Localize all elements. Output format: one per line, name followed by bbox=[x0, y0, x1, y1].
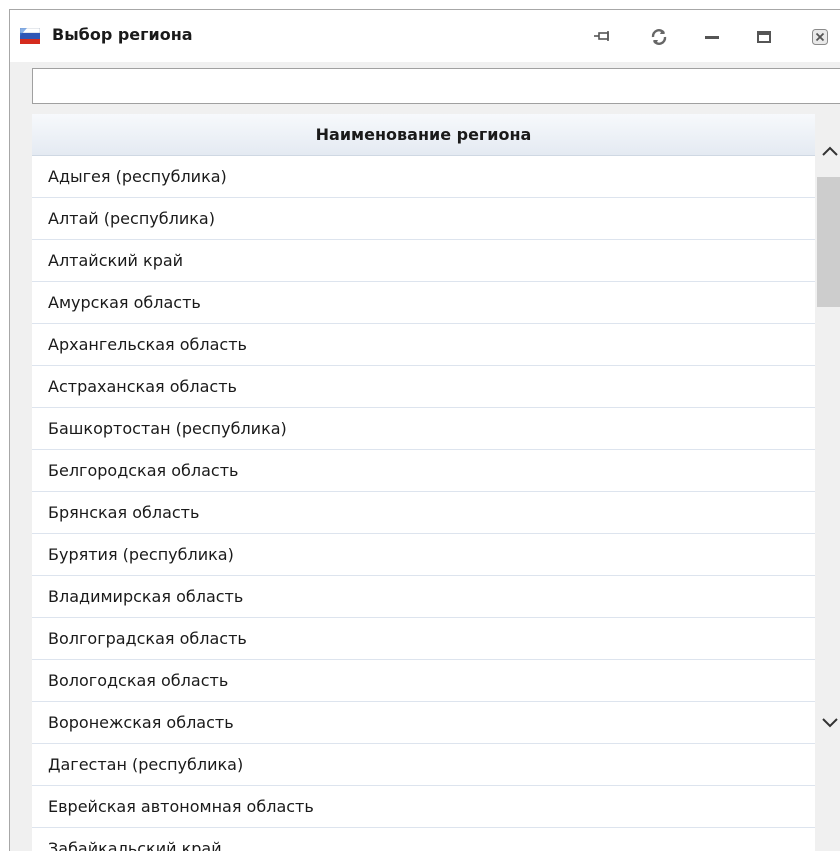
table-row[interactable]: Брянская область bbox=[32, 492, 815, 534]
region-rows: Адыгея (республика) Алтай (республика) Алт… bbox=[32, 156, 815, 851]
table-row[interactable]: Дагестан (республика) bbox=[32, 744, 815, 786]
table-row[interactable]: Бурятия (республика) bbox=[32, 534, 815, 576]
table-row[interactable]: Владимирская область bbox=[32, 576, 815, 618]
table-row[interactable]: Воронежская область bbox=[32, 702, 815, 744]
window-title: Выбор региона bbox=[52, 25, 193, 44]
refresh-icon bbox=[651, 29, 667, 45]
table-row[interactable]: Башкортостан (республика) bbox=[32, 408, 815, 450]
table-row[interactable]: Забайкальский край bbox=[32, 828, 815, 851]
pin-icon bbox=[594, 31, 609, 41]
maximize-button[interactable] bbox=[753, 26, 775, 48]
scroll-thumb[interactable] bbox=[817, 177, 840, 307]
table-row[interactable]: Архангельская область bbox=[32, 324, 815, 366]
region-select-window: Выбор региона Наименование региона Адыге… bbox=[9, 9, 840, 851]
search-field-wrapper bbox=[32, 68, 840, 104]
table-row[interactable]: Алтай (республика) bbox=[32, 198, 815, 240]
close-button[interactable] bbox=[809, 26, 831, 48]
table-row[interactable]: Еврейская автономная область bbox=[32, 786, 815, 828]
table-row[interactable]: Белгородская область bbox=[32, 450, 815, 492]
column-header-region-name[interactable]: Наименование региона bbox=[32, 114, 815, 156]
minimize-icon bbox=[705, 36, 719, 39]
russia-flag-icon bbox=[19, 27, 41, 44]
chevron-down-icon bbox=[822, 718, 838, 728]
scroll-down-button[interactable] bbox=[815, 708, 840, 738]
maximize-icon bbox=[757, 31, 771, 43]
search-input[interactable] bbox=[33, 69, 840, 103]
table-row[interactable]: Алтайский край bbox=[32, 240, 815, 282]
pin-button[interactable] bbox=[592, 26, 614, 48]
titlebar[interactable]: Выбор региона bbox=[10, 10, 840, 62]
close-icon bbox=[812, 29, 828, 45]
table-row[interactable]: Вологодская область bbox=[32, 660, 815, 702]
table-row[interactable]: Астраханская область bbox=[32, 366, 815, 408]
table-row[interactable]: Амурская область bbox=[32, 282, 815, 324]
region-grid: Наименование региона Адыгея (республика)… bbox=[32, 114, 840, 851]
scroll-up-button[interactable] bbox=[815, 136, 840, 166]
minimize-button[interactable] bbox=[701, 26, 723, 48]
table-row[interactable]: Адыгея (республика) bbox=[32, 156, 815, 198]
table-row[interactable]: Волгоградская область bbox=[32, 618, 815, 660]
chevron-up-icon bbox=[822, 146, 838, 156]
vertical-scrollbar[interactable] bbox=[815, 114, 840, 851]
refresh-button[interactable] bbox=[648, 26, 670, 48]
